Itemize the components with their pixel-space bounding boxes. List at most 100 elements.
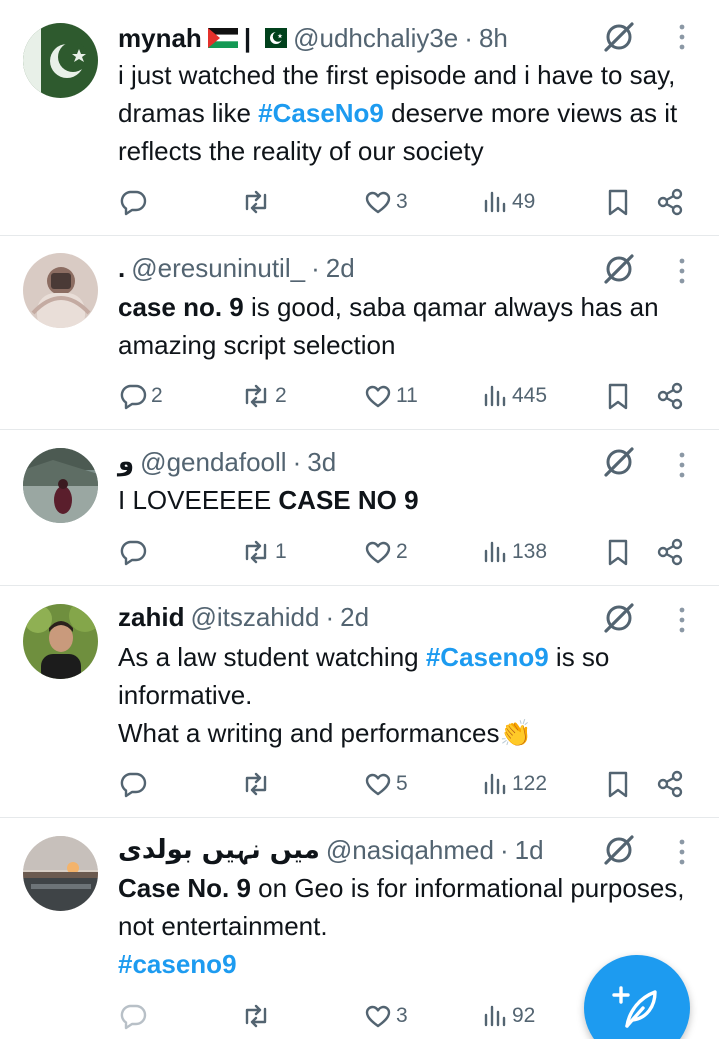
like-button[interactable]: 3 (363, 996, 408, 1036)
reply-button[interactable] (118, 996, 151, 1036)
views-button[interactable]: 92 (481, 996, 535, 1036)
more-icon[interactable] (672, 22, 692, 52)
compose-post-icon (612, 986, 657, 1028)
user-handle[interactable]: @nasiqahmed (326, 835, 494, 866)
post-time[interactable]: 2d (326, 253, 355, 284)
bookmark-icon (608, 771, 628, 798)
pakistan-flag-icon (257, 28, 288, 48)
reply-button[interactable] (118, 182, 151, 222)
tweet-header: mynah | @udhchaliy3e · 8h (118, 21, 508, 55)
view-count: 92 (512, 1004, 536, 1027)
post-time[interactable]: 8h (479, 23, 508, 54)
heart-icon (365, 773, 391, 796)
display-name[interactable]: میں نہیں بولدی (118, 835, 320, 865)
reply-icon (120, 1004, 147, 1030)
retweet-button[interactable]: 1 (240, 532, 287, 572)
views-button[interactable]: 445 (481, 376, 547, 416)
bookmark-button[interactable] (604, 532, 632, 572)
post-time[interactable]: 3d (307, 447, 336, 478)
display-name[interactable]: . (118, 253, 125, 284)
like-count: 3 (396, 1004, 408, 1027)
text-segment-bold: case no. 9 (118, 292, 244, 322)
tweet-header: میں نہیں بولدی @nasiqahmed · 1d (118, 833, 544, 867)
retweet-button[interactable] (240, 996, 275, 1036)
grok-icon[interactable] (603, 21, 635, 53)
avatar[interactable] (23, 448, 98, 523)
retweet-button[interactable]: 2 (240, 376, 287, 416)
share-button[interactable] (655, 376, 685, 416)
reply-icon (120, 190, 147, 216)
share-button[interactable] (655, 182, 685, 222)
avatar[interactable] (23, 253, 98, 328)
retweet-count: 2 (275, 384, 287, 407)
views-button[interactable]: 122 (481, 764, 547, 804)
tweet-text: i just watched the first episode and i h… (118, 56, 708, 170)
display-name[interactable]: zahid (118, 602, 184, 633)
like-button[interactable]: 11 (363, 376, 418, 416)
views-button[interactable]: 138 (481, 532, 547, 572)
hashtag-link[interactable]: #Caseno9 (426, 642, 549, 672)
share-button[interactable] (655, 532, 685, 572)
grok-icon[interactable] (603, 253, 635, 285)
tweet[interactable]: . @eresuninutil_ · 2d case no. 9 is good… (0, 236, 719, 430)
views-icon (484, 191, 506, 213)
grok-icon[interactable] (603, 834, 635, 866)
views-button[interactable]: 49 (481, 182, 535, 222)
bookmark-button[interactable] (604, 764, 632, 804)
share-icon (657, 188, 683, 216)
tweet[interactable]: mynah | @udhchaliy3e · 8h i just watched… (0, 0, 719, 236)
more-icon[interactable] (672, 837, 692, 867)
tweet[interactable]: zahid @itszahidd · 2d As a law student w… (0, 586, 719, 818)
like-button[interactable]: 3 (363, 182, 408, 222)
share-button[interactable] (655, 764, 685, 804)
reply-button[interactable] (118, 764, 151, 804)
meta-dot: · (325, 601, 335, 632)
tweet-text: case no. 9 is good, saba qamar always ha… (118, 288, 708, 364)
retweet-button[interactable] (240, 764, 275, 804)
like-count: 11 (396, 384, 418, 407)
hashtag-link[interactable]: #CaseNo9 (258, 98, 384, 128)
hashtag-link[interactable]: #caseno9 (118, 949, 237, 979)
grok-icon[interactable] (603, 602, 635, 634)
grok-icon[interactable] (603, 446, 635, 478)
retweet-count: 1 (275, 540, 287, 563)
avatar[interactable] (23, 23, 98, 98)
tweet-header: و @gendafooll · 3d (118, 445, 336, 479)
bookmark-icon (608, 539, 628, 566)
bookmark-button[interactable] (604, 182, 632, 222)
reply-count: 2 (151, 384, 163, 407)
post-time[interactable]: 2d (340, 602, 369, 633)
name-separator: | (243, 22, 252, 53)
retweet-icon (245, 384, 267, 408)
like-button[interactable]: 2 (363, 532, 408, 572)
reply-button[interactable] (118, 532, 151, 572)
avatar[interactable] (23, 604, 98, 679)
like-button[interactable]: 5 (363, 764, 408, 804)
more-icon[interactable] (672, 256, 692, 286)
user-handle[interactable]: @eresuninutil_ (131, 253, 305, 284)
user-handle[interactable]: @gendafooll (140, 447, 286, 478)
share-icon (657, 770, 683, 798)
view-count: 445 (512, 384, 548, 407)
meta-dot: · (311, 252, 320, 283)
display-name[interactable]: و (118, 447, 134, 477)
reply-button[interactable]: 2 (118, 376, 163, 416)
user-handle[interactable]: @udhchaliy3e (293, 23, 458, 54)
more-icon[interactable] (672, 450, 692, 480)
bookmark-button[interactable] (604, 376, 632, 416)
retweet-icon (245, 1004, 267, 1028)
tweet-actions: 5 122 (0, 764, 719, 804)
more-icon[interactable] (672, 605, 692, 635)
text-segment: As a law student watching (118, 642, 426, 672)
like-count: 5 (396, 772, 408, 795)
display-name[interactable]: mynah (118, 23, 202, 54)
retweet-icon (245, 190, 267, 214)
tweet-actions: 1 2 138 (0, 532, 719, 572)
retweet-button[interactable] (240, 182, 275, 222)
avatar[interactable] (23, 836, 98, 911)
reply-icon (120, 772, 147, 798)
tweet[interactable]: و @gendafooll · 3d I LOVEEEEE CASE NO 9 … (0, 430, 719, 586)
share-icon (657, 382, 683, 410)
user-handle[interactable]: @itszahidd (190, 602, 319, 633)
post-time[interactable]: 1d (515, 835, 544, 866)
